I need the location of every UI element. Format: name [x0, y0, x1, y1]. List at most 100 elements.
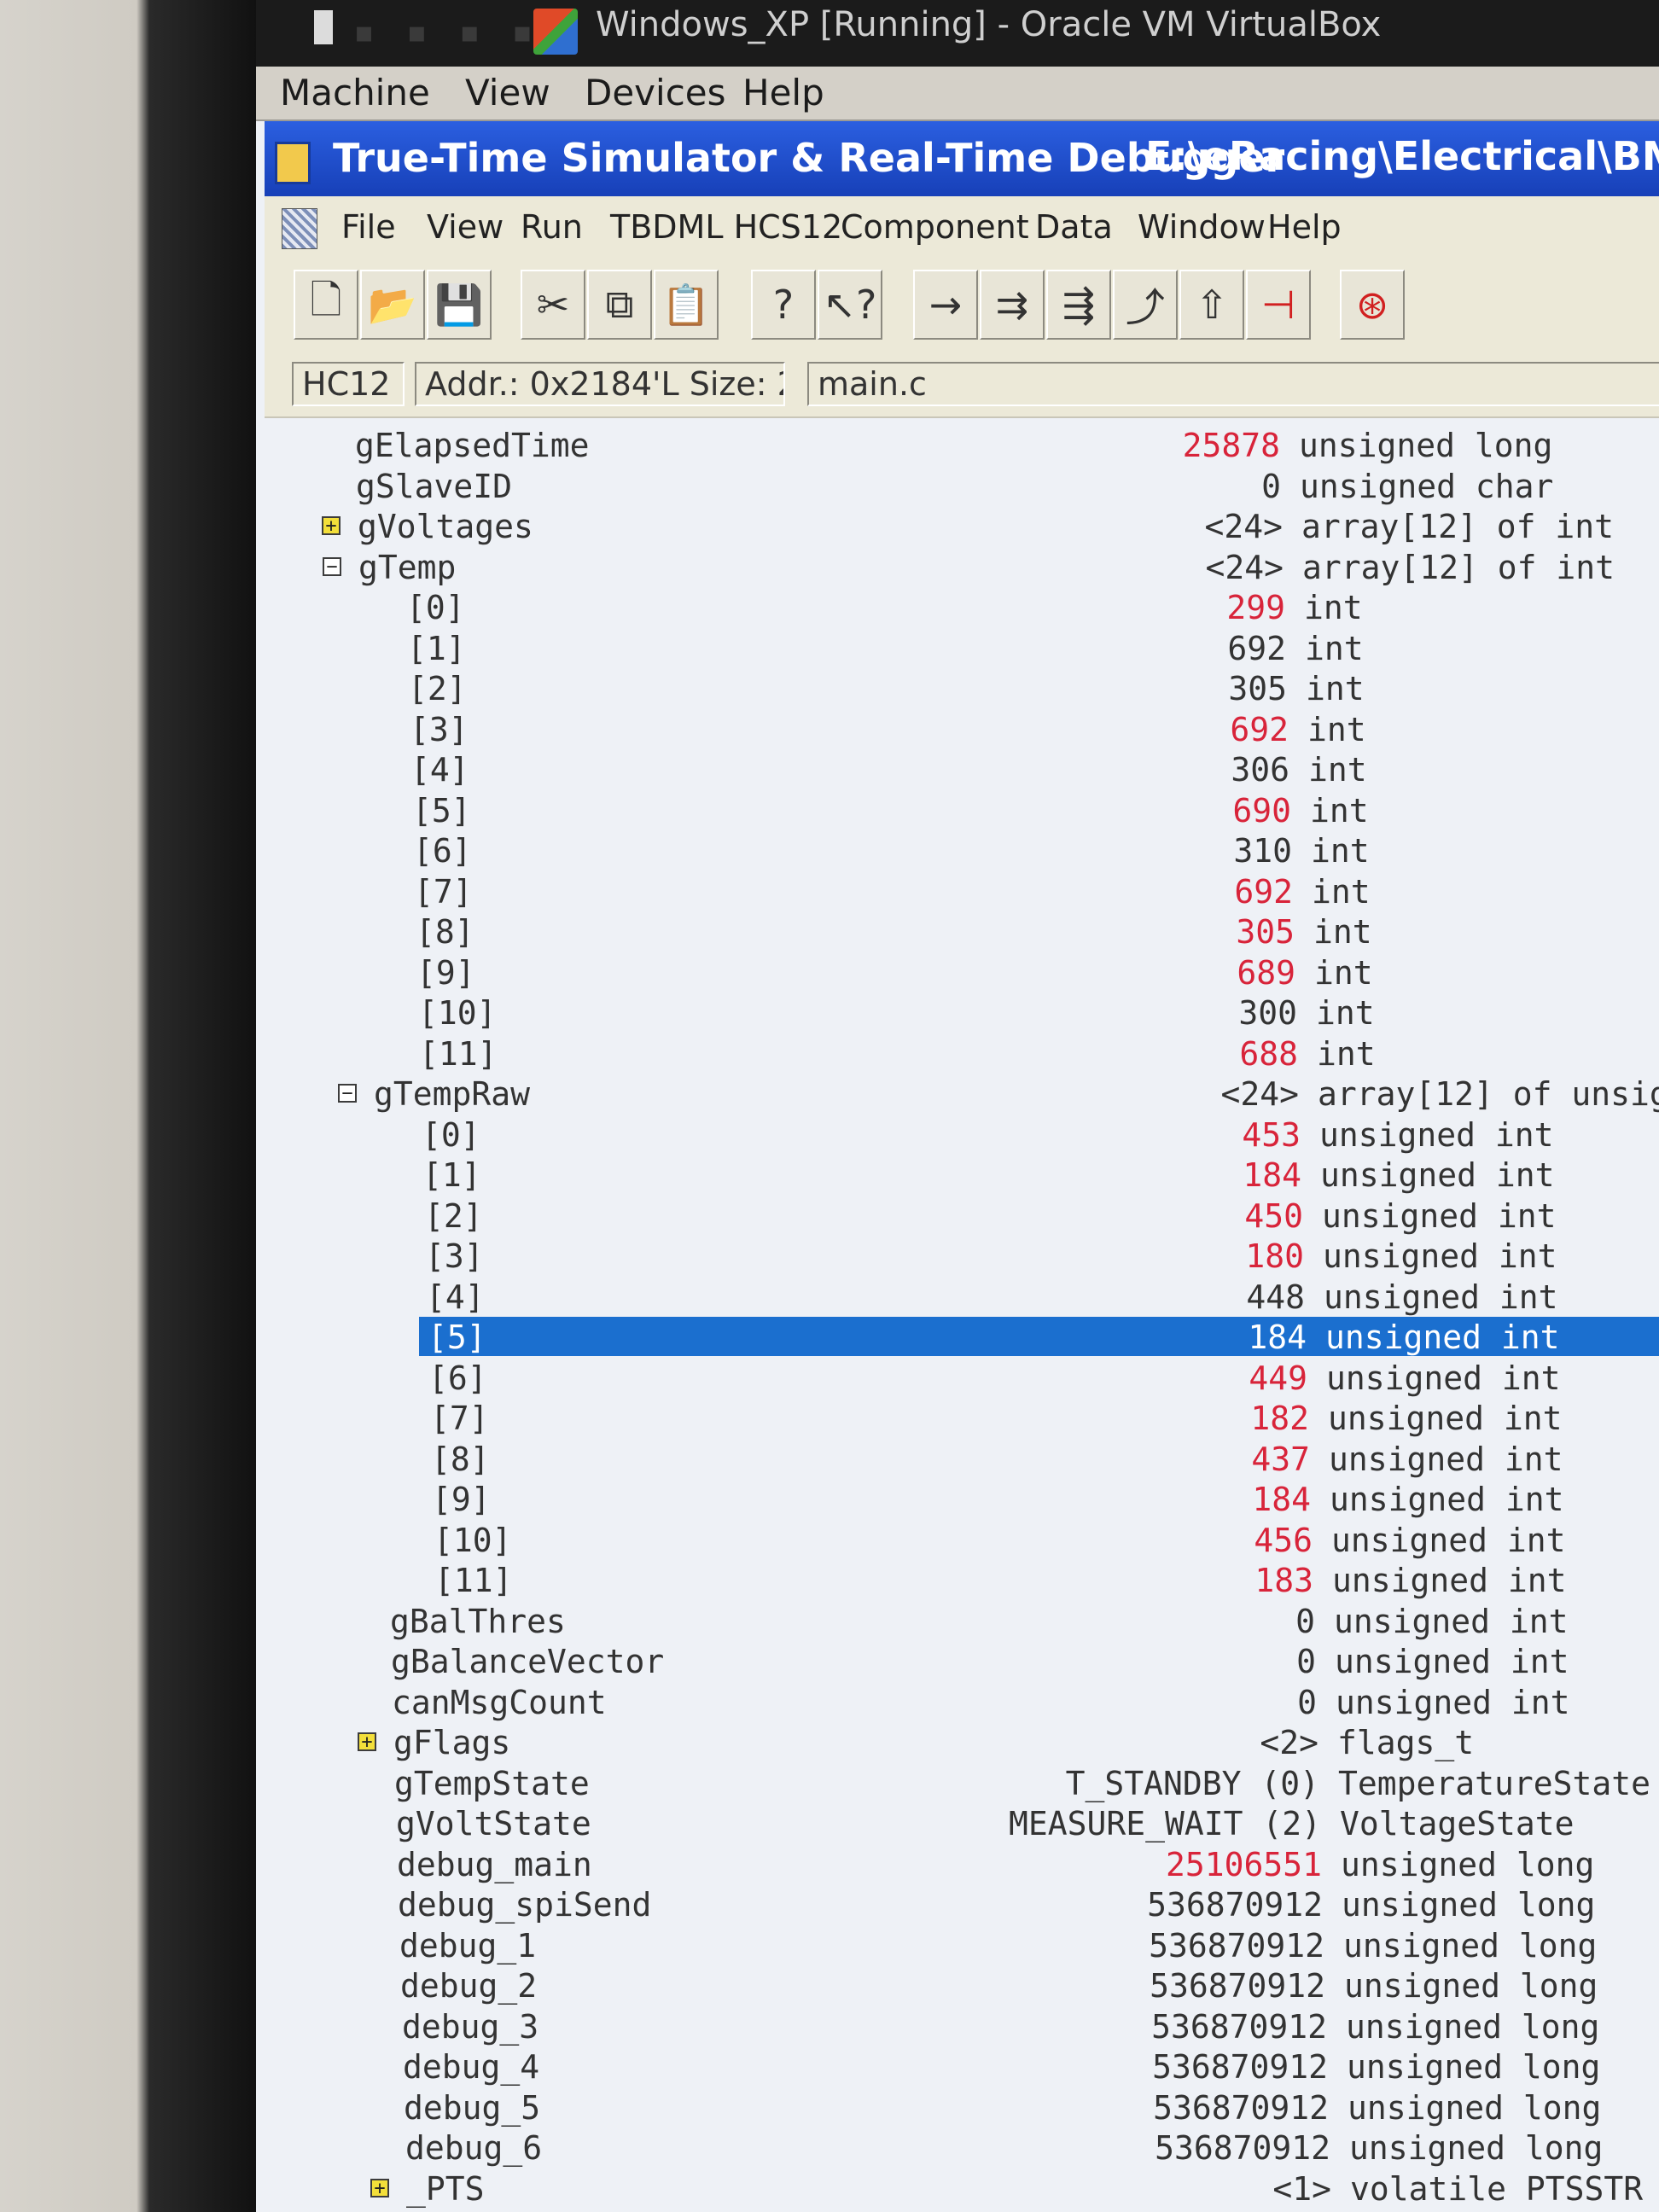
- table-row[interactable]: <1>volatile PORTKSTR: [256, 2209, 1659, 2212]
- paste-icon[interactable]: 📋: [654, 270, 719, 340]
- variable-name: debug_1: [399, 1926, 537, 1965]
- table-row[interactable]: [10] 300 int: [256, 992, 1659, 1032]
- open-icon[interactable]: 📂: [360, 270, 425, 340]
- debugger-title: True-Time Simulator & Real-Time Debugger: [333, 135, 1285, 181]
- table-row[interactable]: + gVoltages <24> array[12] of int: [256, 506, 1659, 545]
- variable-type: unsigned int: [1331, 1521, 1566, 1559]
- table-row[interactable]: + _PTS <1> volatile PTSSTR: [256, 2168, 1659, 2208]
- copy-icon[interactable]: ⧉: [587, 270, 652, 340]
- table-row[interactable]: [8] 437 unsigned int: [256, 1439, 1659, 1478]
- table-row[interactable]: [1] 184 unsigned int: [256, 1155, 1659, 1194]
- table-row[interactable]: debug_6 536870912 unsigned long: [256, 2128, 1659, 2167]
- table-row[interactable]: debug_4 536870912 unsigned long: [256, 2046, 1659, 2086]
- table-row[interactable]: [11] 183 unsigned int: [256, 1560, 1659, 1599]
- reset-icon[interactable]: ⊣: [1246, 270, 1311, 340]
- table-row[interactable]: debug_5 536870912 unsigned long: [256, 2087, 1659, 2127]
- variable-value: 692: [1230, 710, 1289, 748]
- variable-type: array[12] of int: [1301, 508, 1615, 545]
- expand-icon[interactable]: +: [358, 1732, 376, 1752]
- variable-value: 449: [1249, 1359, 1307, 1397]
- menu-machine[interactable]: Machine: [280, 72, 430, 114]
- collapse-icon[interactable]: −: [338, 1084, 357, 1103]
- table-row[interactable]: [11] 688 int: [256, 1033, 1659, 1073]
- variable-name: [8]: [416, 913, 474, 951]
- debugger-menu-bar: File View Run TBDML HCS12 Component Data…: [265, 196, 1659, 259]
- expand-icon[interactable]: +: [322, 516, 341, 536]
- table-row[interactable]: [4] 306 int: [256, 749, 1659, 789]
- table-row[interactable]: gBalThres 0 unsigned int: [256, 1601, 1659, 1640]
- table-row[interactable]: [5] 184 unsigned int: [419, 1317, 1659, 1356]
- table-row[interactable]: [7] 692 int: [256, 871, 1659, 911]
- variable-name: debug_spiSend: [398, 1886, 652, 1924]
- help-icon[interactable]: ?: [751, 270, 816, 340]
- table-row[interactable]: debug_3 536870912 unsigned long: [256, 2006, 1659, 2046]
- table-row[interactable]: [3] 692 int: [256, 709, 1659, 748]
- table-row[interactable]: −gTempRaw <24> array[12] of unsigned int: [256, 1074, 1659, 1113]
- table-row[interactable]: [5] 690 int: [256, 790, 1659, 830]
- variable-value: 184: [1252, 1481, 1311, 1518]
- table-row[interactable]: [8] 305 int: [256, 911, 1659, 951]
- pin-icon[interactable]: [314, 10, 333, 44]
- table-row[interactable]: [6] 310 int: [256, 830, 1659, 870]
- table-row[interactable]: [4] 448 unsigned int: [256, 1277, 1659, 1316]
- variable-type: TemperatureState: [1338, 1764, 1651, 1802]
- menu-help[interactable]: Help: [742, 72, 824, 114]
- table-row[interactable]: [10] 456 unsigned int: [256, 1520, 1659, 1559]
- table-row[interactable]: [3] 180 unsigned int: [256, 1236, 1659, 1275]
- table-row[interactable]: debug_main 25106551 unsigned long: [256, 1844, 1659, 1883]
- table-row[interactable]: + gFlags <2> flags_t: [256, 1722, 1659, 1761]
- menu-component[interactable]: Component: [841, 208, 1029, 246]
- table-row[interactable]: − gTemp <24> array[12] of int: [256, 547, 1659, 586]
- table-row[interactable]: [2] 450 unsigned int: [256, 1196, 1659, 1235]
- menu-help[interactable]: Help: [1267, 208, 1342, 246]
- step-in-icon[interactable]: →: [913, 270, 978, 340]
- variable-type: unsigned int: [1332, 1562, 1567, 1599]
- table-row[interactable]: debug_2 536870912 unsigned long: [256, 1965, 1659, 2005]
- menu-view[interactable]: View: [465, 72, 550, 114]
- table-row[interactable]: canMsgCount 0 unsigned int: [256, 1682, 1659, 1721]
- table-row[interactable]: [7] 182 unsigned int: [256, 1398, 1659, 1437]
- collapse-icon[interactable]: −: [323, 556, 341, 576]
- variable-type: unsigned long: [1342, 1886, 1596, 1924]
- menu-tbdml[interactable]: TBDML HCS12: [610, 208, 842, 246]
- assembly-step-icon[interactable]: ⤴: [1113, 270, 1178, 340]
- table-row[interactable]: gSlaveID 0 unsigned char: [256, 466, 1659, 505]
- variable-name: [11]: [434, 1562, 513, 1599]
- variable-value: 305: [1236, 913, 1295, 951]
- table-row[interactable]: [6] 449 unsigned int: [256, 1358, 1659, 1397]
- table-row[interactable]: [2] 305 int: [256, 668, 1659, 707]
- run-icon[interactable]: ⊛: [1340, 270, 1405, 340]
- document-icon[interactable]: [282, 208, 317, 249]
- table-row[interactable]: gTempState T_STANDBY (0) TemperatureState: [256, 1763, 1659, 1802]
- halt-icon[interactable]: ⇧: [1179, 270, 1244, 340]
- table-row[interactable]: gVoltState MEASURE_WAIT (2) VoltageState: [256, 1803, 1659, 1842]
- cut-icon[interactable]: ✂: [521, 270, 585, 340]
- table-row[interactable]: [1] 692 int: [256, 628, 1659, 667]
- expand-icon[interactable]: +: [370, 2178, 389, 2197]
- menu-file[interactable]: File: [341, 208, 396, 246]
- table-row[interactable]: debug_1 536870912 unsigned long: [256, 1925, 1659, 1965]
- menu-run[interactable]: Run: [521, 208, 583, 246]
- variable-name: [3]: [410, 710, 469, 748]
- save-icon[interactable]: 💾: [427, 270, 492, 340]
- variable-name: [5]: [412, 791, 471, 830]
- variable-name: [3]: [425, 1237, 484, 1275]
- menu-window[interactable]: Window: [1138, 208, 1266, 246]
- new-icon[interactable]: 🗋: [294, 270, 358, 340]
- step-over-icon[interactable]: ⇉: [980, 270, 1045, 340]
- variable-name: [1]: [422, 1156, 481, 1194]
- context-help-icon[interactable]: ↖?: [818, 270, 882, 340]
- windows-xp-icon: [533, 9, 578, 55]
- table-row[interactable]: debug_spiSend 536870912 unsigned long: [256, 1884, 1659, 1924]
- step-out-icon[interactable]: ⇶: [1046, 270, 1111, 340]
- table-row[interactable]: [0] 453 unsigned int: [256, 1115, 1659, 1154]
- menu-devices[interactable]: Devices: [585, 72, 726, 114]
- variable-type: unsigned int: [1325, 1318, 1560, 1356]
- table-row[interactable]: gElapsedTime 25878 unsigned long: [256, 425, 1659, 464]
- table-row[interactable]: [0] 299 int: [256, 587, 1659, 626]
- menu-data[interactable]: Data: [1035, 208, 1113, 246]
- table-row[interactable]: gBalanceVector 0 unsigned int: [256, 1641, 1659, 1680]
- table-row[interactable]: [9] 689 int: [256, 952, 1659, 992]
- table-row[interactable]: [9] 184 unsigned int: [256, 1479, 1659, 1518]
- menu-view[interactable]: View: [427, 208, 504, 246]
